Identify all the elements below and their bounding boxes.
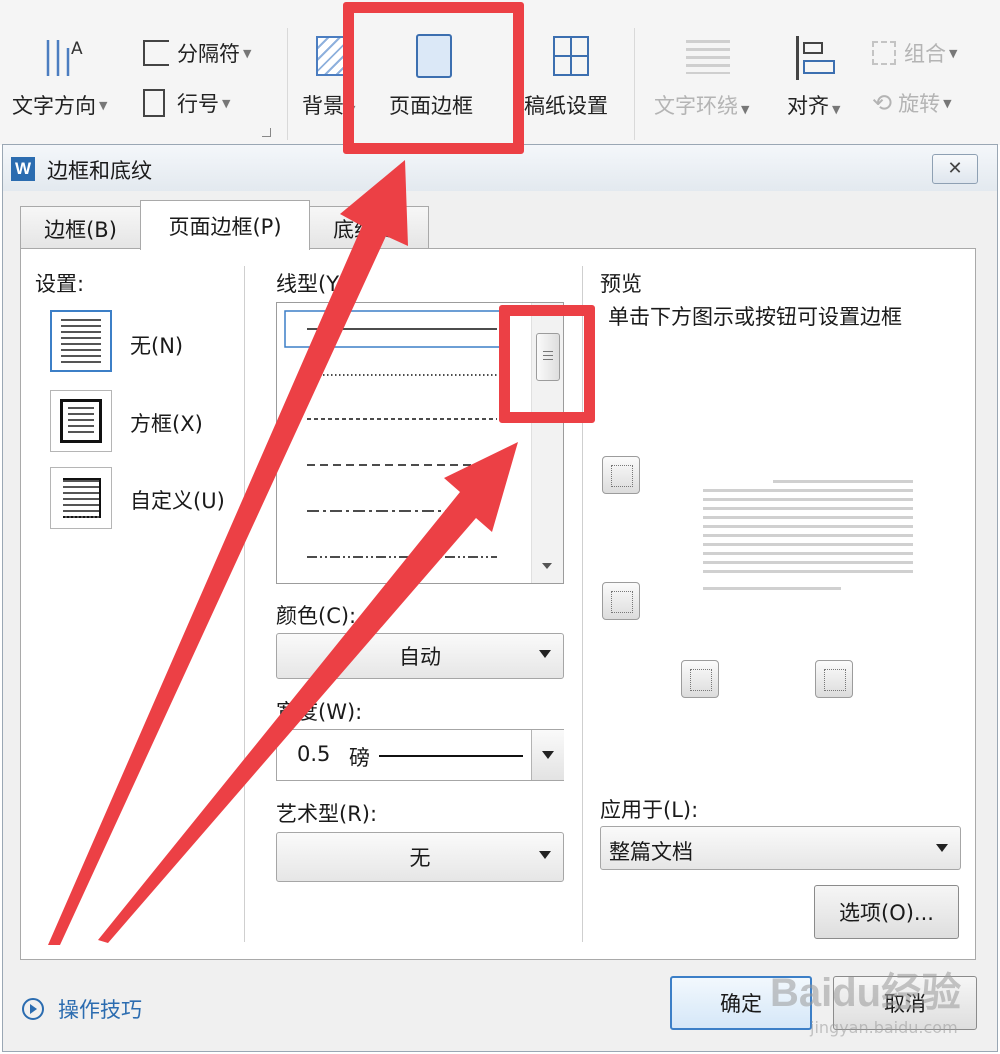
annotation-arrows: [48, 160, 518, 945]
tab-label: 页面边框(P): [168, 214, 282, 239]
arrow-to-page-border: [48, 160, 408, 945]
tab-page-border[interactable]: 页面边框(P): [140, 200, 310, 250]
